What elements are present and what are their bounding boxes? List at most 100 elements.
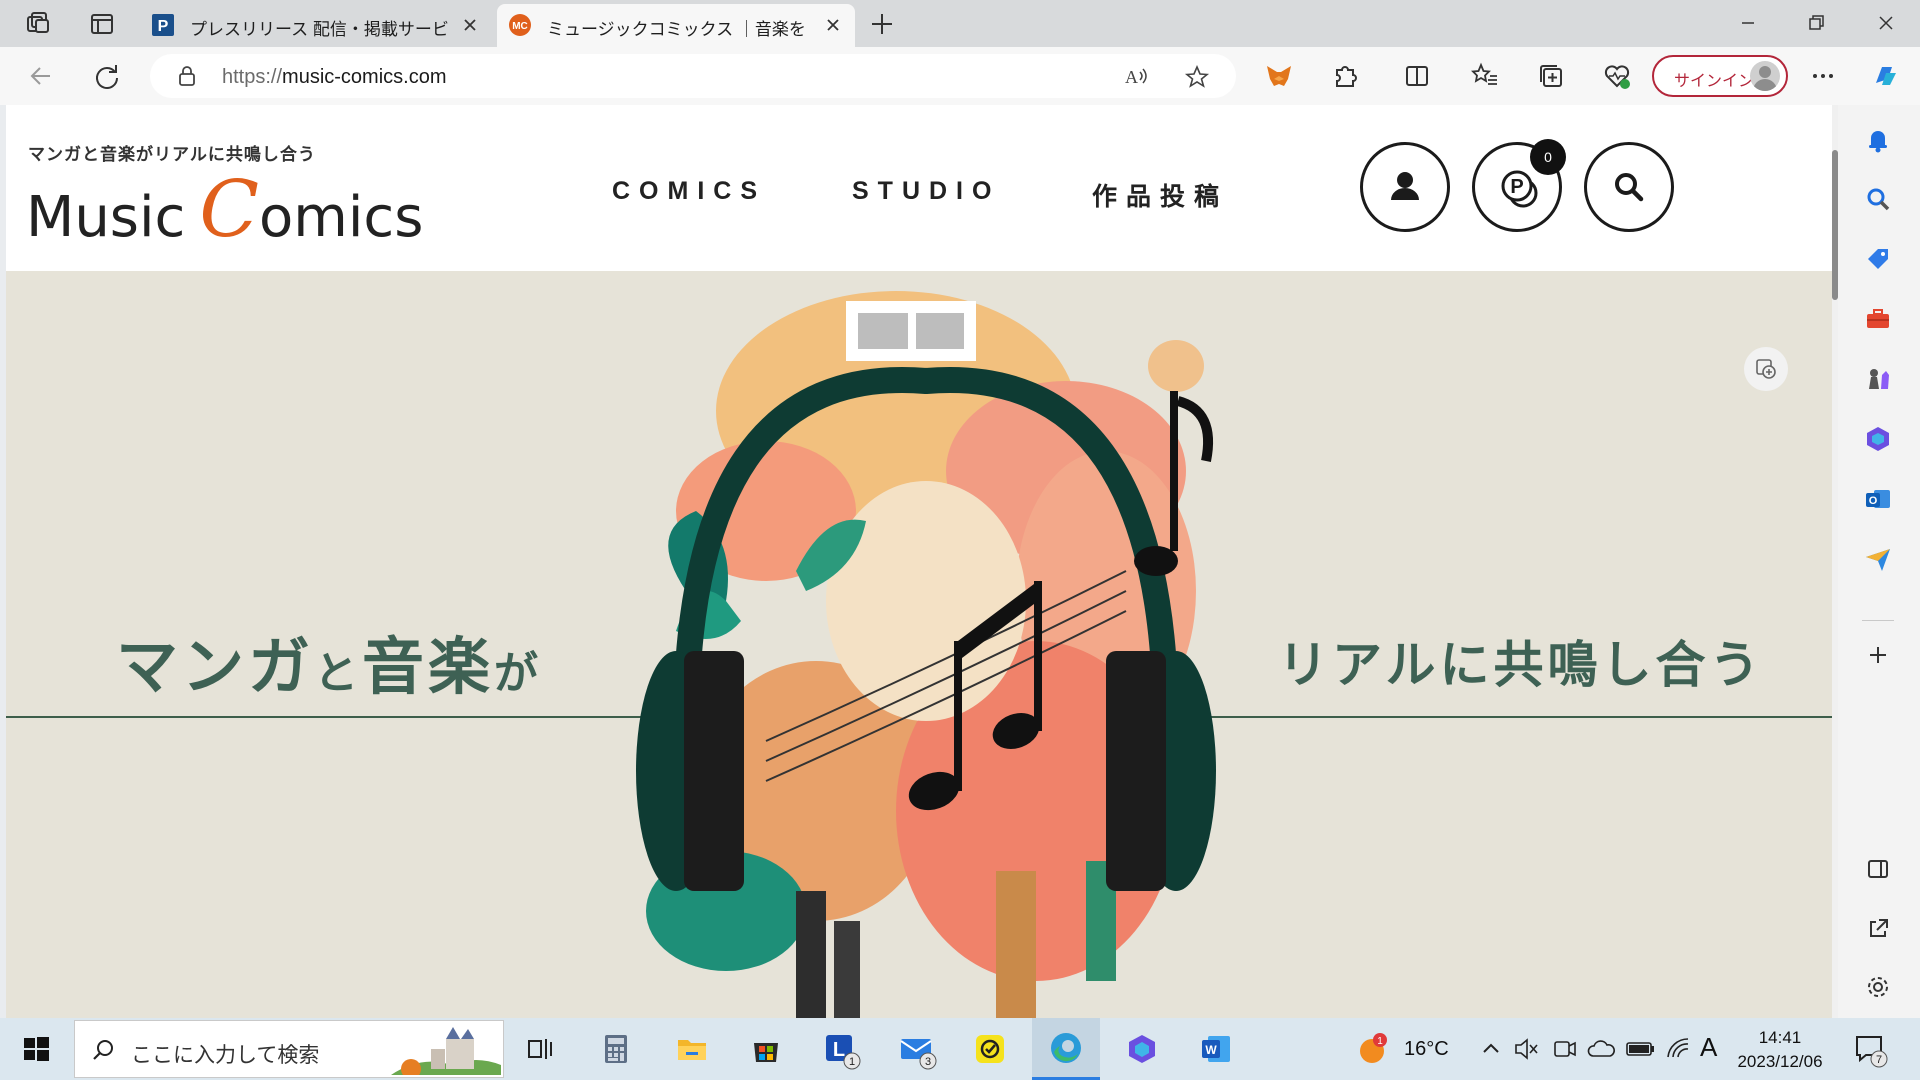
- taskbar-edge-active[interactable]: [1032, 1018, 1100, 1080]
- split-screen-icon[interactable]: [1400, 59, 1434, 93]
- hide-sidebar-icon[interactable]: [1862, 853, 1894, 885]
- wifi-icon[interactable]: [1664, 1031, 1692, 1067]
- lens-app-icon[interactable]: L1: [822, 1031, 861, 1070]
- nav-submit-work[interactable]: 作品投稿: [1092, 177, 1228, 213]
- todo-check-icon[interactable]: [972, 1031, 1008, 1067]
- notification-center-icon[interactable]: 7: [1852, 1031, 1888, 1068]
- svg-text:L: L: [833, 1039, 845, 1061]
- restore-icon[interactable]: [1782, 0, 1850, 47]
- metamask-fox-icon[interactable]: [1262, 59, 1296, 93]
- new-tab-icon[interactable]: [866, 8, 898, 40]
- hero-word-music: 音楽: [362, 633, 495, 702]
- url-text: https://music-comics.com: [222, 66, 446, 89]
- microsoft-365-icon[interactable]: [1862, 423, 1894, 455]
- site-tagline: マンガと音楽がリアルに共鳴し合う: [28, 145, 316, 164]
- sidebar-search-icon[interactable]: [1862, 183, 1894, 215]
- onedrive-cloud-icon[interactable]: [1586, 1031, 1616, 1067]
- copilot-taskbar-icon[interactable]: [1124, 1031, 1160, 1067]
- hero-text-left: マンガと音楽が: [116, 616, 542, 706]
- word-icon[interactable]: W: [1198, 1031, 1234, 1067]
- add-sidebar-app-icon[interactable]: [1862, 639, 1894, 671]
- mail-icon[interactable]: 3: [898, 1031, 937, 1070]
- ime-mode-indicator[interactable]: A: [1700, 1032, 1717, 1063]
- logo-big-c: C: [199, 165, 260, 255]
- hero-particle-ga: が: [494, 649, 543, 698]
- battery-icon[interactable]: [1624, 1031, 1656, 1067]
- music-comics-favicon-icon: MC: [509, 14, 531, 36]
- tab-title: ミュージックコミックス ｜音楽をテーマにしたマンガ: [547, 20, 807, 39]
- copilot-icon[interactable]: [1868, 59, 1902, 93]
- url-host: music-comics.com: [282, 66, 447, 88]
- nav-comics[interactable]: COMICS: [612, 177, 766, 206]
- taskbar-search-box[interactable]: ここに入力して検索: [74, 1020, 504, 1078]
- tab-music-comics[interactable]: MC ミュージックコミックス ｜音楽をテーマにしたマンガ: [497, 4, 855, 47]
- browser-toolbar: https://music-comics.com A サインイン: [0, 47, 1920, 105]
- workspaces-icon[interactable]: [22, 8, 54, 40]
- taskbar-clock[interactable]: 14:41 2023/12/06: [1720, 1026, 1840, 1074]
- tab-title: プレスリリース 配信・掲載サービスのPR TIMES: [190, 20, 448, 39]
- account-button[interactable]: [1360, 142, 1450, 232]
- user-icon: [1391, 172, 1419, 200]
- hero-particle-to: と: [314, 649, 363, 698]
- volume-muted-icon[interactable]: [1512, 1031, 1540, 1067]
- task-view-icon[interactable]: [522, 1031, 558, 1067]
- notifications-bell-icon[interactable]: [1862, 123, 1894, 155]
- extensions-puzzle-icon[interactable]: [1328, 59, 1362, 93]
- tab-strip: P プレスリリース 配信・掲載サービスのPR TIMES MC ミュージックコミ…: [0, 0, 1920, 47]
- address-bar[interactable]: https://music-comics.com A: [150, 54, 1236, 98]
- file-explorer-icon[interactable]: [674, 1031, 710, 1067]
- collections-icon[interactable]: [1534, 59, 1568, 93]
- hero-banner: マンガと音楽が リアルに共鳴し合う: [6, 271, 1832, 1018]
- edge-browser-icon: [1051, 1033, 1081, 1063]
- hero-word-manga: マンガ: [116, 633, 315, 702]
- svg-text:A: A: [1125, 67, 1138, 87]
- read-aloud-icon[interactable]: A: [1124, 64, 1150, 88]
- microsoft-store-icon[interactable]: [748, 1031, 784, 1067]
- clock-date: 2023/12/06: [1737, 1052, 1823, 1071]
- windows-start-icon[interactable]: [18, 1031, 54, 1067]
- favorites-icon[interactable]: [1468, 59, 1502, 93]
- open-in-window-icon[interactable]: [1862, 913, 1894, 945]
- site-header: マンガと音楽がリアルに共鳴し合う Music Comics COMICS STUD…: [6, 105, 1832, 271]
- refresh-icon[interactable]: [90, 59, 124, 93]
- weather-badge: 1: [1377, 1036, 1383, 1047]
- signin-button[interactable]: サインイン: [1652, 55, 1788, 97]
- favorite-star-icon[interactable]: [1184, 64, 1210, 90]
- shopping-tag-icon[interactable]: [1862, 243, 1894, 275]
- close-window-icon[interactable]: [1852, 0, 1920, 47]
- tools-briefcase-icon[interactable]: [1862, 303, 1894, 335]
- notification-count: 7: [1876, 1054, 1882, 1066]
- sidebar-divider: [1862, 620, 1894, 624]
- search-icon: [1615, 173, 1644, 202]
- lock-icon[interactable]: [176, 65, 198, 87]
- outlook-icon[interactable]: O: [1862, 483, 1894, 515]
- site-logo[interactable]: Music Comics: [26, 165, 423, 255]
- nav-studio[interactable]: STUDIO: [852, 177, 1000, 206]
- visual-search-button[interactable]: [1744, 347, 1788, 391]
- tab-prtimes[interactable]: P プレスリリース 配信・掲載サービスのPR TIMES: [140, 4, 492, 47]
- url-scheme: https://: [222, 66, 283, 88]
- back-arrow-icon[interactable]: [24, 59, 58, 93]
- clock-time: 14:41: [1758, 1028, 1802, 1047]
- send-drop-icon[interactable]: [1862, 543, 1894, 575]
- mail-badge: 3: [925, 1056, 931, 1068]
- svg-text:P: P: [158, 18, 169, 35]
- weather-temperature[interactable]: 16°C: [1404, 1038, 1449, 1061]
- browser-essentials-heart-icon[interactable]: [1600, 59, 1634, 93]
- svg-text:P: P: [1510, 176, 1523, 198]
- vertical-tabs-icon[interactable]: [86, 8, 118, 40]
- search-button[interactable]: [1584, 142, 1674, 232]
- more-menu-icon[interactable]: [1806, 59, 1840, 93]
- calculator-icon[interactable]: [598, 1031, 634, 1067]
- weather-sun-icon[interactable]: 1: [1356, 1031, 1392, 1067]
- svg-text:W: W: [1205, 1043, 1217, 1057]
- tray-overflow-chevron-icon[interactable]: [1478, 1031, 1504, 1067]
- meet-now-icon[interactable]: [1550, 1031, 1578, 1067]
- minimize-icon[interactable]: [1714, 0, 1782, 47]
- games-chess-icon[interactable]: [1862, 363, 1894, 395]
- headphones-illustration: [566, 271, 1286, 1018]
- close-tab-icon[interactable]: [823, 15, 843, 35]
- close-tab-icon[interactable]: [460, 15, 480, 35]
- settings-gear-icon[interactable]: [1862, 971, 1894, 1003]
- signin-label: サインイン: [1674, 73, 1755, 90]
